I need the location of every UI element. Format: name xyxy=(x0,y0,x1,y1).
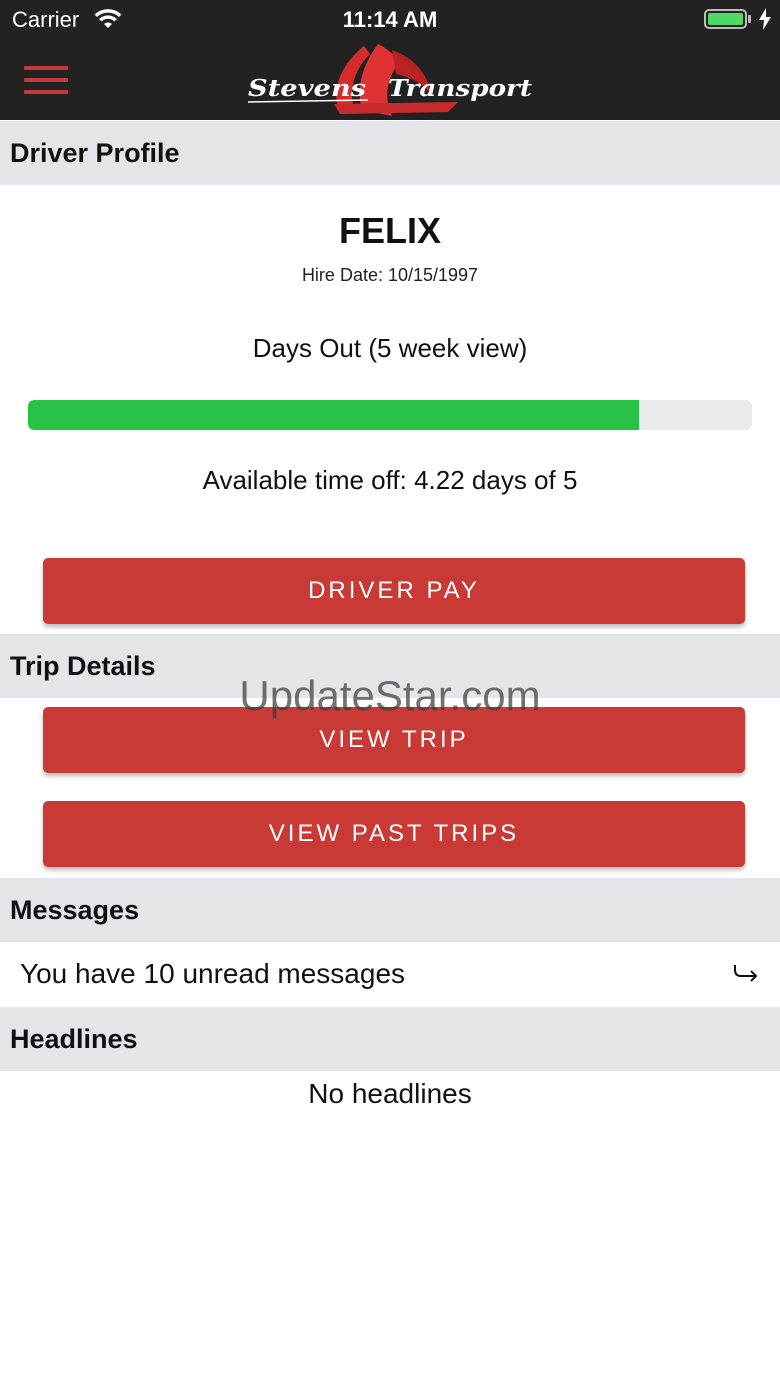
view-trip-button[interactable]: VIEW TRIP xyxy=(43,707,745,773)
messages-title: Messages xyxy=(10,895,140,925)
svg-text:Stevens: Stevens xyxy=(248,75,366,102)
driver-pay-button[interactable]: DRIVER PAY xyxy=(43,558,745,624)
messages-header: Messages xyxy=(0,878,780,942)
days-out-progress-fill xyxy=(28,400,640,430)
headlines-header: Headlines xyxy=(0,1007,780,1071)
unread-messages-row[interactable]: You have 10 unread messages xyxy=(0,942,780,1006)
trip-details-header: Trip Details xyxy=(0,634,780,698)
driver-profile-title: Driver Profile xyxy=(10,138,180,168)
unread-messages-text: You have 10 unread messages xyxy=(20,958,406,989)
app-header: Stevens Transport xyxy=(0,40,780,120)
view-past-trips-button[interactable]: VIEW PAST TRIPS xyxy=(43,801,745,867)
no-headlines-text: No headlines xyxy=(308,1078,472,1109)
days-out-progress-bar xyxy=(28,400,752,430)
driver-name: FELIX xyxy=(338,210,441,251)
battery-charging-icon xyxy=(704,9,751,29)
charging-bolt-icon xyxy=(759,8,771,30)
headlines-title: Headlines xyxy=(10,1024,138,1054)
status-bar: Carrier 11:14 AM xyxy=(0,0,780,40)
stevens-transport-logo: Stevens Transport xyxy=(247,44,532,116)
hire-date: Hire Date: 10/15/1997 xyxy=(301,265,479,285)
clock-time: 11:14 AM xyxy=(342,7,438,32)
svg-text:Transport: Transport xyxy=(388,75,532,102)
days-out-label: Days Out (5 week view) xyxy=(252,333,528,363)
hamburger-menu-icon[interactable] xyxy=(24,66,68,94)
available-time-off: Available time off: 4.22 days of 5 xyxy=(202,465,578,495)
trip-details-title: Trip Details xyxy=(10,651,156,681)
return-arrow-icon xyxy=(734,965,758,982)
driver-profile-header: Driver Profile xyxy=(0,121,780,185)
